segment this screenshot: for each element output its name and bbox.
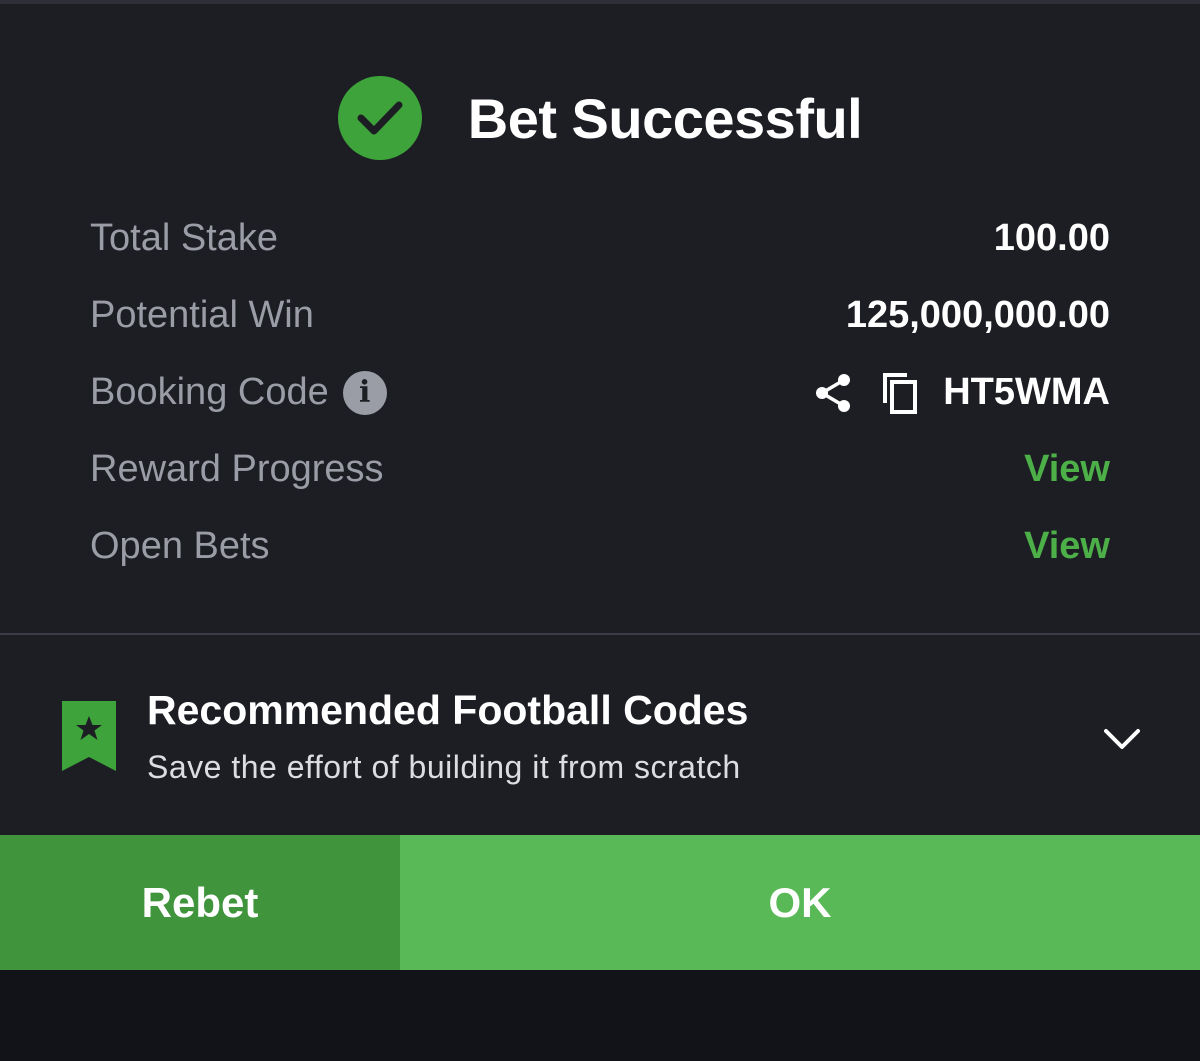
- rebet-button[interactable]: Rebet: [0, 835, 400, 970]
- booking-code-value-group: HT5WMA: [811, 371, 1110, 415]
- potential-win-label: Potential Win: [90, 294, 314, 336]
- total-stake-row: Total Stake 100.00: [90, 200, 1110, 277]
- bet-details: Total Stake 100.00 Potential Win 125,000…: [90, 200, 1110, 585]
- recommended-codes-section[interactable]: Recommended Football Codes Save the effo…: [0, 635, 1200, 831]
- dialog-title: Bet Successful: [467, 86, 863, 150]
- chevron-down-icon[interactable]: [1100, 717, 1144, 761]
- open-bets-label: Open Bets: [90, 525, 270, 567]
- booking-code-row: Booking Code i HT5WMA: [90, 354, 1110, 431]
- info-icon[interactable]: i: [342, 370, 387, 415]
- open-bets-view-link[interactable]: View: [1024, 525, 1110, 568]
- booking-code-label: Booking Code: [90, 371, 329, 413]
- booking-code-label-group: Booking Code i: [90, 370, 387, 415]
- potential-win-value: 125,000,000.00: [845, 294, 1110, 336]
- copy-icon[interactable]: [877, 371, 921, 415]
- action-buttons: Rebet OK: [0, 835, 1200, 970]
- total-stake-label: Total Stake: [90, 217, 278, 259]
- share-icon[interactable]: [811, 371, 855, 415]
- open-bets-row: Open Bets View: [90, 508, 1110, 585]
- check-circle-icon: [337, 76, 422, 160]
- booking-code-value[interactable]: HT5WMA: [943, 371, 1110, 414]
- reward-progress-row: Reward Progress View: [90, 431, 1110, 508]
- ok-button[interactable]: OK: [400, 835, 1200, 970]
- reward-progress-label: Reward Progress: [90, 448, 384, 490]
- bet-success-dialog: Bet Successful Total Stake 100.00 Potent…: [0, 4, 1200, 970]
- recommended-title: Recommended Football Codes: [147, 687, 749, 733]
- dialog-header: Bet Successful: [0, 76, 1200, 160]
- potential-win-row: Potential Win 125,000,000.00: [90, 277, 1110, 354]
- bookmark-star-icon: [62, 701, 116, 771]
- recommended-subtitle: Save the effort of building it from scra…: [147, 749, 741, 785]
- reward-progress-view-link[interactable]: View: [1024, 448, 1110, 491]
- total-stake-value: 100.00: [993, 217, 1110, 259]
